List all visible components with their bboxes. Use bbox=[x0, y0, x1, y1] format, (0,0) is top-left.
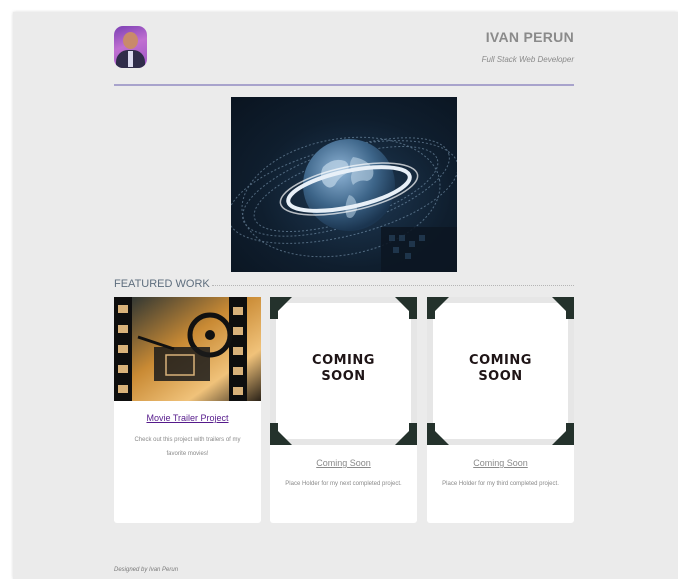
coming-soon-line2: SOON bbox=[321, 369, 365, 384]
coming-soon-line2: SOON bbox=[478, 369, 522, 384]
project-card-coming-soon-2: COMING SOON Coming Soon Place Holder for… bbox=[427, 297, 574, 523]
coming-soon-line1: COMING bbox=[312, 353, 375, 368]
project-description: Check out this project with trailers of … bbox=[134, 437, 241, 457]
project-card-coming-soon-1: COMING SOON Coming Soon Place Holder for… bbox=[270, 297, 417, 523]
project-link-coming-soon-2[interactable]: Coming Soon bbox=[427, 458, 574, 468]
section-title: FEATURED WORK bbox=[114, 278, 210, 290]
avatar-shirt bbox=[128, 51, 133, 67]
coming-soon-image: COMING SOON bbox=[427, 297, 574, 445]
coming-soon-frame: COMING SOON bbox=[270, 297, 417, 445]
film-projector-icon bbox=[114, 297, 261, 401]
page-title: IVAN PERUN bbox=[485, 29, 574, 45]
portfolio-page: IVAN PERUN Full Stack Web Developer FEAT… bbox=[13, 12, 678, 579]
project-thumbnail[interactable] bbox=[114, 297, 261, 401]
section-divider bbox=[212, 285, 574, 287]
project-description: Place Holder for my third completed proj… bbox=[442, 481, 559, 487]
project-link-movie-trailer[interactable]: Movie Trailer Project bbox=[114, 413, 261, 423]
project-card-movie-trailer: Movie Trailer Project Check out this pro… bbox=[114, 297, 261, 523]
coming-soon-line1: COMING bbox=[469, 353, 532, 368]
globe-icon bbox=[231, 136, 457, 272]
subtitle: Full Stack Web Developer bbox=[481, 55, 574, 64]
project-description: Place Holder for my next completed proje… bbox=[285, 481, 402, 487]
avatar bbox=[114, 26, 147, 68]
hero-image bbox=[231, 97, 457, 272]
footer-credit: Designed by Ivan Perun bbox=[114, 567, 179, 573]
header-divider bbox=[114, 84, 574, 86]
avatar-head bbox=[123, 32, 138, 49]
coming-soon-image: COMING SOON bbox=[270, 297, 417, 445]
coming-soon-frame: COMING SOON bbox=[427, 297, 574, 445]
project-link-coming-soon-1[interactable]: Coming Soon bbox=[270, 458, 417, 468]
